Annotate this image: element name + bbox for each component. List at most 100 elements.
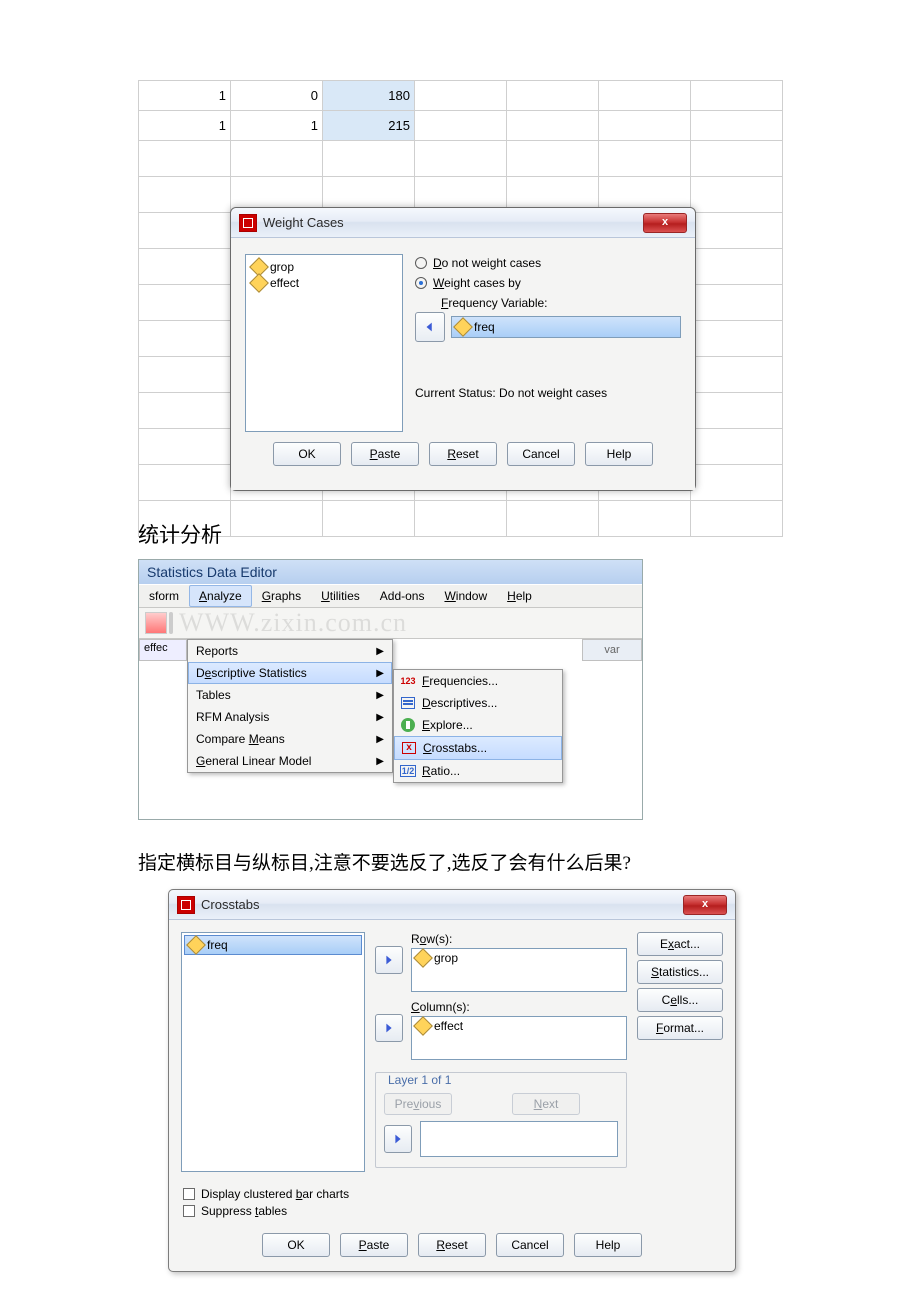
help-button[interactable]: Help	[585, 442, 653, 466]
menu-help[interactable]: Help	[497, 585, 542, 607]
cell[interactable]	[415, 81, 507, 111]
submenu-crosstabs[interactable]: xCrosstabs...	[394, 736, 562, 760]
menu-addons[interactable]: Add-ons	[370, 585, 435, 607]
cell[interactable]: 1	[231, 111, 323, 141]
reset-button[interactable]: Reset	[429, 442, 497, 466]
variable-list[interactable]: grop effect	[245, 254, 403, 432]
menu-item-reports[interactable]: Reports▶	[188, 640, 392, 662]
radio-do-not-weight[interactable]: Do not weight cases	[415, 256, 681, 270]
chevron-right-icon: ▶	[376, 712, 384, 723]
analyze-dropdown: Reports▶ Descriptive Statistics▶ Tables▶…	[187, 639, 393, 773]
menubar: sform Analyze Graphs Utilities Add-ons W…	[139, 584, 642, 608]
cell[interactable]: 1	[139, 81, 231, 111]
descriptive-submenu: 123Frequencies... Descriptives... Explor…	[393, 669, 563, 783]
paste-button[interactable]: Paste	[340, 1233, 408, 1257]
submenu-explore[interactable]: Explore...	[394, 714, 562, 736]
arrow-left-icon	[423, 320, 437, 334]
cell-selected[interactable]: 215	[323, 111, 415, 141]
scale-icon	[413, 948, 433, 968]
menu-analyze[interactable]: Analyze	[189, 585, 252, 607]
exact-button[interactable]: Exact...	[637, 932, 723, 956]
weight-cases-dialog: Weight Cases x grop effect Do not weight…	[230, 207, 696, 491]
editor-title: Statistics Data Editor	[139, 560, 642, 584]
titlebar[interactable]: Weight Cases x	[231, 208, 695, 238]
variable-list[interactable]: freq	[181, 932, 365, 1172]
rows-label: Row(s):	[411, 932, 627, 946]
close-button[interactable]: x	[643, 213, 687, 233]
tool-icon[interactable]	[145, 612, 167, 634]
radio-icon	[415, 257, 427, 269]
menu-item-glm[interactable]: General Linear Model▶	[188, 750, 392, 772]
toolbar-separator	[169, 612, 173, 634]
layer-box[interactable]	[420, 1121, 618, 1157]
status-text: Current Status: Do not weight cases	[415, 386, 681, 400]
arrow-right-icon	[391, 1132, 405, 1146]
submenu-frequencies[interactable]: 123Frequencies...	[394, 670, 562, 692]
close-button[interactable]: x	[683, 895, 727, 915]
layer-title: Layer 1 of 1	[384, 1073, 455, 1087]
column-header-var[interactable]: var	[582, 639, 642, 661]
previous-button[interactable]: Previous	[384, 1093, 452, 1115]
ok-button[interactable]: OK	[262, 1233, 330, 1257]
scale-icon	[249, 273, 269, 293]
titlebar[interactable]: Crosstabs x	[169, 890, 735, 920]
cell-selected[interactable]: 180	[323, 81, 415, 111]
spss-icon	[177, 896, 195, 914]
cell[interactable]	[691, 81, 783, 111]
chevron-right-icon: ▶	[376, 734, 384, 745]
statistics-button[interactable]: Statistics...	[637, 960, 723, 984]
menu-item-tables[interactable]: Tables▶	[188, 684, 392, 706]
desc-icon	[400, 696, 416, 710]
menu-graphs[interactable]: Graphs	[252, 585, 311, 607]
frequency-label: Frequency Variable:	[441, 296, 681, 310]
checkbox-clustered-bar[interactable]: Display clustered bar charts	[183, 1187, 721, 1201]
checkbox-suppress-tables[interactable]: Suppress tables	[183, 1204, 721, 1218]
cell[interactable]: 0	[231, 81, 323, 111]
column-header[interactable]: effec	[139, 639, 187, 661]
crosstab-icon: x	[401, 741, 417, 755]
menu-window[interactable]: Window	[434, 585, 497, 607]
cells-button[interactable]: Cells...	[637, 988, 723, 1012]
cancel-button[interactable]: Cancel	[507, 442, 575, 466]
frequency-variable-field[interactable]: freq	[451, 316, 681, 338]
cols-box[interactable]: effect	[411, 1016, 627, 1060]
cell[interactable]	[599, 81, 691, 111]
watermark-text: WWW.zixin.com.cn	[179, 608, 407, 638]
help-button[interactable]: Help	[574, 1233, 642, 1257]
submenu-descriptives[interactable]: Descriptives...	[394, 692, 562, 714]
cell[interactable]	[507, 81, 599, 111]
rows-box[interactable]: grop	[411, 948, 627, 992]
menu-item-compare[interactable]: Compare Means▶	[188, 728, 392, 750]
variable-item-selected[interactable]: freq	[184, 935, 362, 955]
scale-icon	[186, 935, 206, 955]
reset-button[interactable]: Reset	[418, 1233, 486, 1257]
menu-utilities[interactable]: Utilities	[311, 585, 370, 607]
paste-button[interactable]: Paste	[351, 442, 419, 466]
chevron-right-icon: ▶	[376, 668, 384, 679]
cols-label: Column(s):	[411, 1000, 627, 1014]
menu-item-rfm[interactable]: RFM Analysis▶	[188, 706, 392, 728]
ok-button[interactable]: OK	[273, 442, 341, 466]
menu-transform[interactable]: sform	[139, 585, 189, 607]
dialog-title: Crosstabs	[201, 897, 260, 912]
menu-item-descriptive[interactable]: Descriptive Statistics▶	[188, 662, 392, 684]
move-to-rows-button[interactable]	[375, 946, 403, 974]
checkbox-icon	[183, 1188, 195, 1200]
crosstabs-dialog: Crosstabs x freq Row(s):	[168, 889, 736, 1272]
cell[interactable]: 1	[139, 111, 231, 141]
next-button[interactable]: Next	[512, 1093, 580, 1115]
arrow-right-icon	[382, 1021, 396, 1035]
dialog-title: Weight Cases	[263, 215, 344, 230]
layer-group: Layer 1 of 1 Previous Next	[375, 1072, 627, 1168]
move-to-cols-button[interactable]	[375, 1014, 403, 1042]
radio-weight-by[interactable]: Weight cases by	[415, 276, 681, 290]
format-button[interactable]: Format...	[637, 1016, 723, 1040]
chevron-right-icon: ▶	[376, 690, 384, 701]
move-to-layer-button[interactable]	[384, 1125, 412, 1153]
toolbar: WWW.zixin.com.cn	[139, 608, 642, 639]
move-variable-button[interactable]	[415, 312, 445, 342]
freq-icon: 123	[400, 674, 416, 688]
cancel-button[interactable]: Cancel	[496, 1233, 564, 1257]
spss-icon	[239, 214, 257, 232]
submenu-ratio[interactable]: 1/2Ratio...	[394, 760, 562, 782]
